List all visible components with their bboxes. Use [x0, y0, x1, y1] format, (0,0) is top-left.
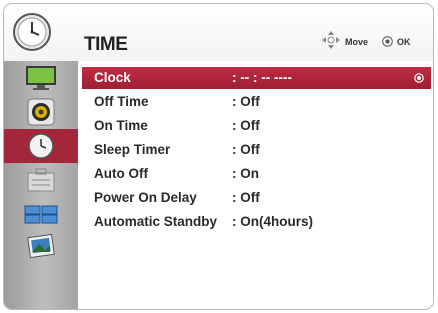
menu-row-label: Clock [94, 70, 131, 85]
ok-button-icon [382, 36, 393, 47]
clock-icon [13, 13, 51, 51]
menu-row-value: : Off [232, 94, 260, 109]
menu-row-value: : On(4hours) [232, 214, 313, 229]
menu-row-label: Auto Off [94, 166, 148, 181]
menu-row-value: : On [232, 166, 259, 181]
ok-marker-icon [414, 73, 424, 83]
menu-row-off-time[interactable]: Off Time : Off [82, 91, 431, 113]
menu-row-on-time[interactable]: On Time : Off [82, 115, 431, 137]
move-arrows-icon [322, 31, 340, 49]
menu-row-power-on-delay[interactable]: Power On Delay : Off [82, 187, 431, 209]
menu-row-value: : Off [232, 118, 260, 133]
menu-row-label: Off Time [94, 94, 149, 109]
menu-row-label: Power On Delay [94, 190, 197, 205]
menu-row-label: Automatic Standby [94, 214, 218, 229]
photo-media-icon [27, 234, 55, 259]
sidebar-item-audio[interactable] [4, 95, 78, 129]
menu-row-sleep-timer[interactable]: Sleep Timer : Off [82, 139, 431, 161]
time-menu-window: TIME Move OK Clock: --: -- ---- Off Ti… [3, 3, 434, 310]
sidebar-item-input[interactable] [4, 197, 78, 231]
menu-row-clock[interactable]: Clock : -- : -- ---- [82, 67, 431, 89]
move-hint-label: Move [345, 37, 369, 47]
menu-header: TIME Move OK [4, 4, 433, 61]
menu-row-automatic-standby[interactable]: Automatic Standby : On(4hours) [82, 211, 431, 233]
speaker-icon [27, 98, 55, 126]
monitor-icon [26, 66, 56, 90]
menu-row-auto-off[interactable]: Auto Off : On [82, 163, 431, 185]
menu-row-label: On Time [94, 118, 148, 133]
menu-row-value: : Off [232, 142, 260, 157]
sidebar-item-picture[interactable] [4, 61, 78, 95]
clock-icon [28, 133, 54, 159]
ok-hint-label: OK [397, 37, 411, 47]
sidebar-item-time[interactable] [4, 129, 78, 163]
toolbox-icon [27, 168, 55, 192]
sidebar-item-option[interactable] [4, 163, 78, 197]
settings-list: Clock : -- : -- ---- Off Time : Off On T… [78, 61, 433, 309]
menu-row-label: Sleep Timer [94, 142, 171, 157]
category-sidebar [4, 61, 78, 309]
menu-row-value: : Off [232, 190, 260, 205]
sidebar-item-media[interactable] [4, 231, 78, 265]
menu-row-value: : -- : -- ---- [232, 70, 292, 85]
input-screens-icon [24, 205, 58, 224]
page-title: TIME [84, 34, 128, 55]
